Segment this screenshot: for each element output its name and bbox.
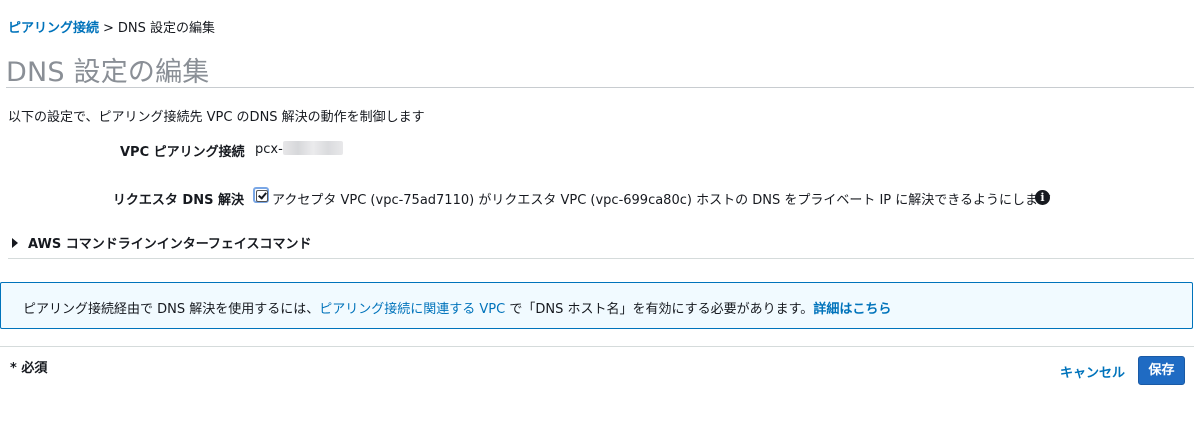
alert-text-after: で「DNS ホスト名」を有効にする必要があります。 — [505, 302, 814, 317]
required-note: * 必須 — [10, 361, 48, 376]
caret-right-icon — [12, 238, 18, 248]
alert-message: ピアリング接続経由で DNS 解決を使用するには、ピアリング接続に関連する VP… — [23, 298, 891, 317]
peering-connection-label: VPC ピアリング接続 — [120, 145, 245, 160]
section-divider — [8, 258, 1194, 259]
title-divider — [6, 87, 1194, 88]
related-vpc-link[interactable]: ピアリング接続に関連する VPC — [319, 302, 505, 317]
aws-cli-commands-toggle[interactable]: AWS コマンドラインインターフェイスコマンド — [12, 233, 312, 252]
dns-hostnames-info-alert: ピアリング接続経由で DNS 解決を使用するには、ピアリング接続に関連する VP… — [0, 282, 1193, 329]
breadcrumb: ピアリング接続 > DNS 設定の編集 — [8, 17, 215, 36]
learn-more-link[interactable]: 詳細はこちら — [813, 302, 891, 317]
requester-dns-label: リクエスタ DNS 解決 — [112, 193, 244, 208]
aws-cli-commands-label: AWS コマンドラインインターフェイスコマンド — [28, 237, 312, 252]
breadcrumb-separator: > — [103, 21, 114, 36]
page-description: 以下の設定で、ピアリング接続先 VPC のDNS 解決の動作を制御します — [8, 110, 425, 125]
save-button[interactable]: 保存 — [1138, 356, 1185, 385]
peering-connection-value: pcx- — [255, 141, 343, 157]
checkmark-icon — [256, 190, 268, 202]
footer-divider — [0, 346, 1194, 347]
breadcrumb-peering-connections-link[interactable]: ピアリング接続 — [8, 21, 99, 36]
alert-text-before: ピアリング接続経由で DNS 解決を使用するには、 — [23, 302, 320, 317]
cancel-button[interactable]: キャンセル — [1060, 362, 1125, 381]
redacted-id-mask — [282, 141, 343, 155]
page-title: DNS 設定の編集 — [6, 57, 210, 88]
breadcrumb-current: DNS 設定の編集 — [117, 21, 216, 36]
requester-dns-checkbox-label[interactable]: アクセプタ VPC (vpc-75ad7110) がリクエスタ VPC (vpc… — [272, 189, 1051, 208]
requester-dns-checkbox[interactable] — [253, 187, 269, 203]
peering-connection-id-prefix: pcx- — [255, 142, 283, 157]
info-icon[interactable]: i — [1035, 190, 1050, 205]
